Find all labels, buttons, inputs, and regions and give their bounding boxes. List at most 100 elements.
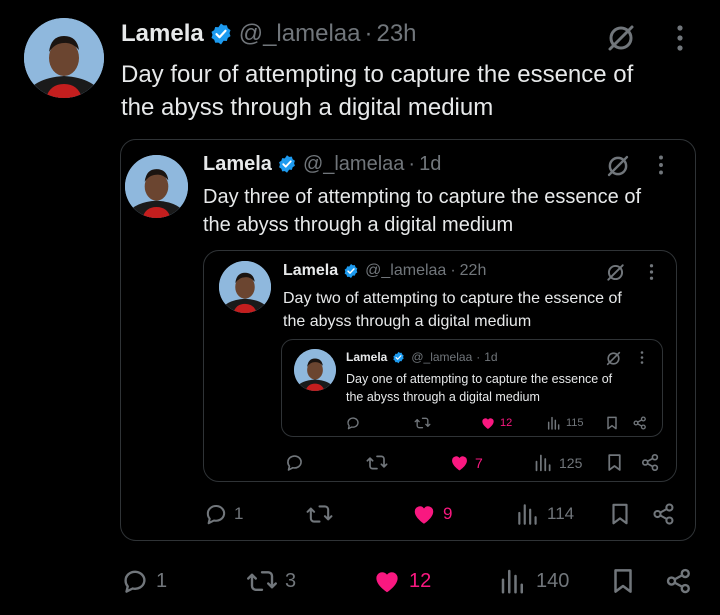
share-icon [632,415,648,431]
share-button[interactable] [632,415,648,431]
avatar[interactable] [24,18,104,98]
tweet-header: Lamela @_lamelaa · 1d [203,152,441,176]
bookmark-icon [608,566,638,596]
bookmark-icon [607,501,633,527]
retweet-icon [413,415,432,431]
bookmark-button[interactable] [607,501,633,527]
tweet-header: Lamela @_lamelaa · 23h [121,20,417,48]
reply-button[interactable] [284,452,309,473]
avatar[interactable] [219,261,271,313]
views-button[interactable]: 125 [533,452,582,473]
tweet-text: Day three of attempting to capture the e… [203,183,683,239]
heart-filled-icon [480,415,496,431]
more-icon[interactable] [649,263,654,281]
like-button[interactable]: 12 [372,566,431,596]
author-handle[interactable]: @_lamelaa [303,153,404,176]
like-count: 9 [443,504,453,523]
bookmark-button[interactable] [604,452,625,473]
separator-dot: · [450,262,456,279]
views-icon [498,566,528,596]
retweet-count: 3 [285,569,297,592]
share-button[interactable] [640,452,661,473]
grok-icon[interactable] [605,350,622,367]
like-button[interactable]: 9 [411,501,452,527]
retweet-button[interactable] [413,415,435,431]
separator-dot: · [408,152,416,175]
author-name[interactable]: Lamela [283,262,338,280]
views-icon [533,452,554,473]
tweet-actions: 7 125 [204,450,678,476]
retweet-icon [305,501,334,527]
tweet-text-line: the abyss through a digital medium [283,313,532,330]
grok-icon[interactable] [605,153,631,179]
tweet-text-line: Day two of attempting to capture the ess… [283,290,622,307]
verified-badge-icon [343,263,359,279]
retweet-button[interactable]: 3 [245,566,296,596]
author-name[interactable]: Lamela [346,350,387,364]
timestamp[interactable]: 22h [460,262,487,280]
verified-badge-icon [392,351,405,364]
reply-icon [345,415,361,431]
tweet-text-line: the abyss through a digital medium [346,390,540,404]
views-count: 114 [547,504,575,523]
verified-badge-icon [209,22,233,46]
avatar[interactable] [294,349,336,391]
views-count: 140 [536,569,570,592]
retweet-button[interactable] [365,452,393,473]
reply-icon [284,452,305,473]
reply-icon [120,566,150,596]
tweet-text: Day four of attempting to capture the es… [121,58,711,124]
tweet-text: Day two of attempting to capture the ess… [283,287,673,333]
tweet-text-line: the abyss through a digital medium [121,94,494,121]
heart-filled-icon [411,501,437,527]
tweet-actions: 1 9 114 [121,498,697,530]
tweet-text: Day one of attempting to capture the ess… [346,370,658,406]
author-name[interactable]: Lamela [121,20,204,48]
share-icon [651,501,677,527]
timestamp[interactable]: 23h [376,20,416,48]
reply-button[interactable] [345,415,364,431]
quoted-tweet-day-one[interactable]: Lamela @_lamelaa · 1d Day one of attempt… [281,339,663,437]
bookmark-button[interactable] [604,415,620,431]
author-name[interactable]: Lamela [203,153,272,176]
like-button[interactable]: 7 [449,452,483,473]
tweet-text-line: Day one of attempting to capture the ess… [346,372,613,386]
reply-count: 1 [156,569,168,592]
timestamp[interactable]: 1d [419,153,441,176]
views-count: 115 [566,417,584,429]
more-icon[interactable] [658,154,664,176]
retweet-icon [245,566,279,596]
like-count: 12 [409,569,432,592]
like-button[interactable]: 12 [480,415,512,431]
views-button[interactable]: 140 [498,566,569,596]
more-icon[interactable] [640,350,644,365]
views-button[interactable]: 115 [546,415,584,431]
grok-icon[interactable] [605,262,626,283]
more-icon[interactable] [676,24,684,52]
views-count: 125 [559,454,583,471]
reply-button[interactable]: 1 [120,566,167,596]
reply-button[interactable]: 1 [203,501,243,527]
avatar[interactable] [125,155,188,218]
verified-badge-icon [277,154,297,174]
bookmark-icon [604,415,620,431]
heart-filled-icon [372,566,402,596]
separator-dot: · [364,20,373,47]
author-handle[interactable]: @_lamelaa [365,262,446,280]
views-icon [546,415,562,431]
tweet-header: Lamela @_lamelaa · 1d [346,349,498,365]
like-count: 7 [475,454,483,471]
author-handle[interactable]: @_lamelaa [411,350,472,364]
views-button[interactable]: 114 [515,501,574,527]
timestamp[interactable]: 1d [484,350,497,364]
retweet-button[interactable] [305,501,339,527]
separator-dot: · [476,350,481,364]
heart-filled-icon [449,452,470,473]
tweet-header: Lamela @_lamelaa · 22h [283,261,486,281]
author-handle[interactable]: @_lamelaa [239,20,361,48]
grok-icon[interactable] [605,22,637,54]
share-button[interactable] [651,501,677,527]
share-button[interactable] [664,566,694,596]
bookmark-button[interactable] [608,566,638,596]
share-icon [640,452,661,473]
